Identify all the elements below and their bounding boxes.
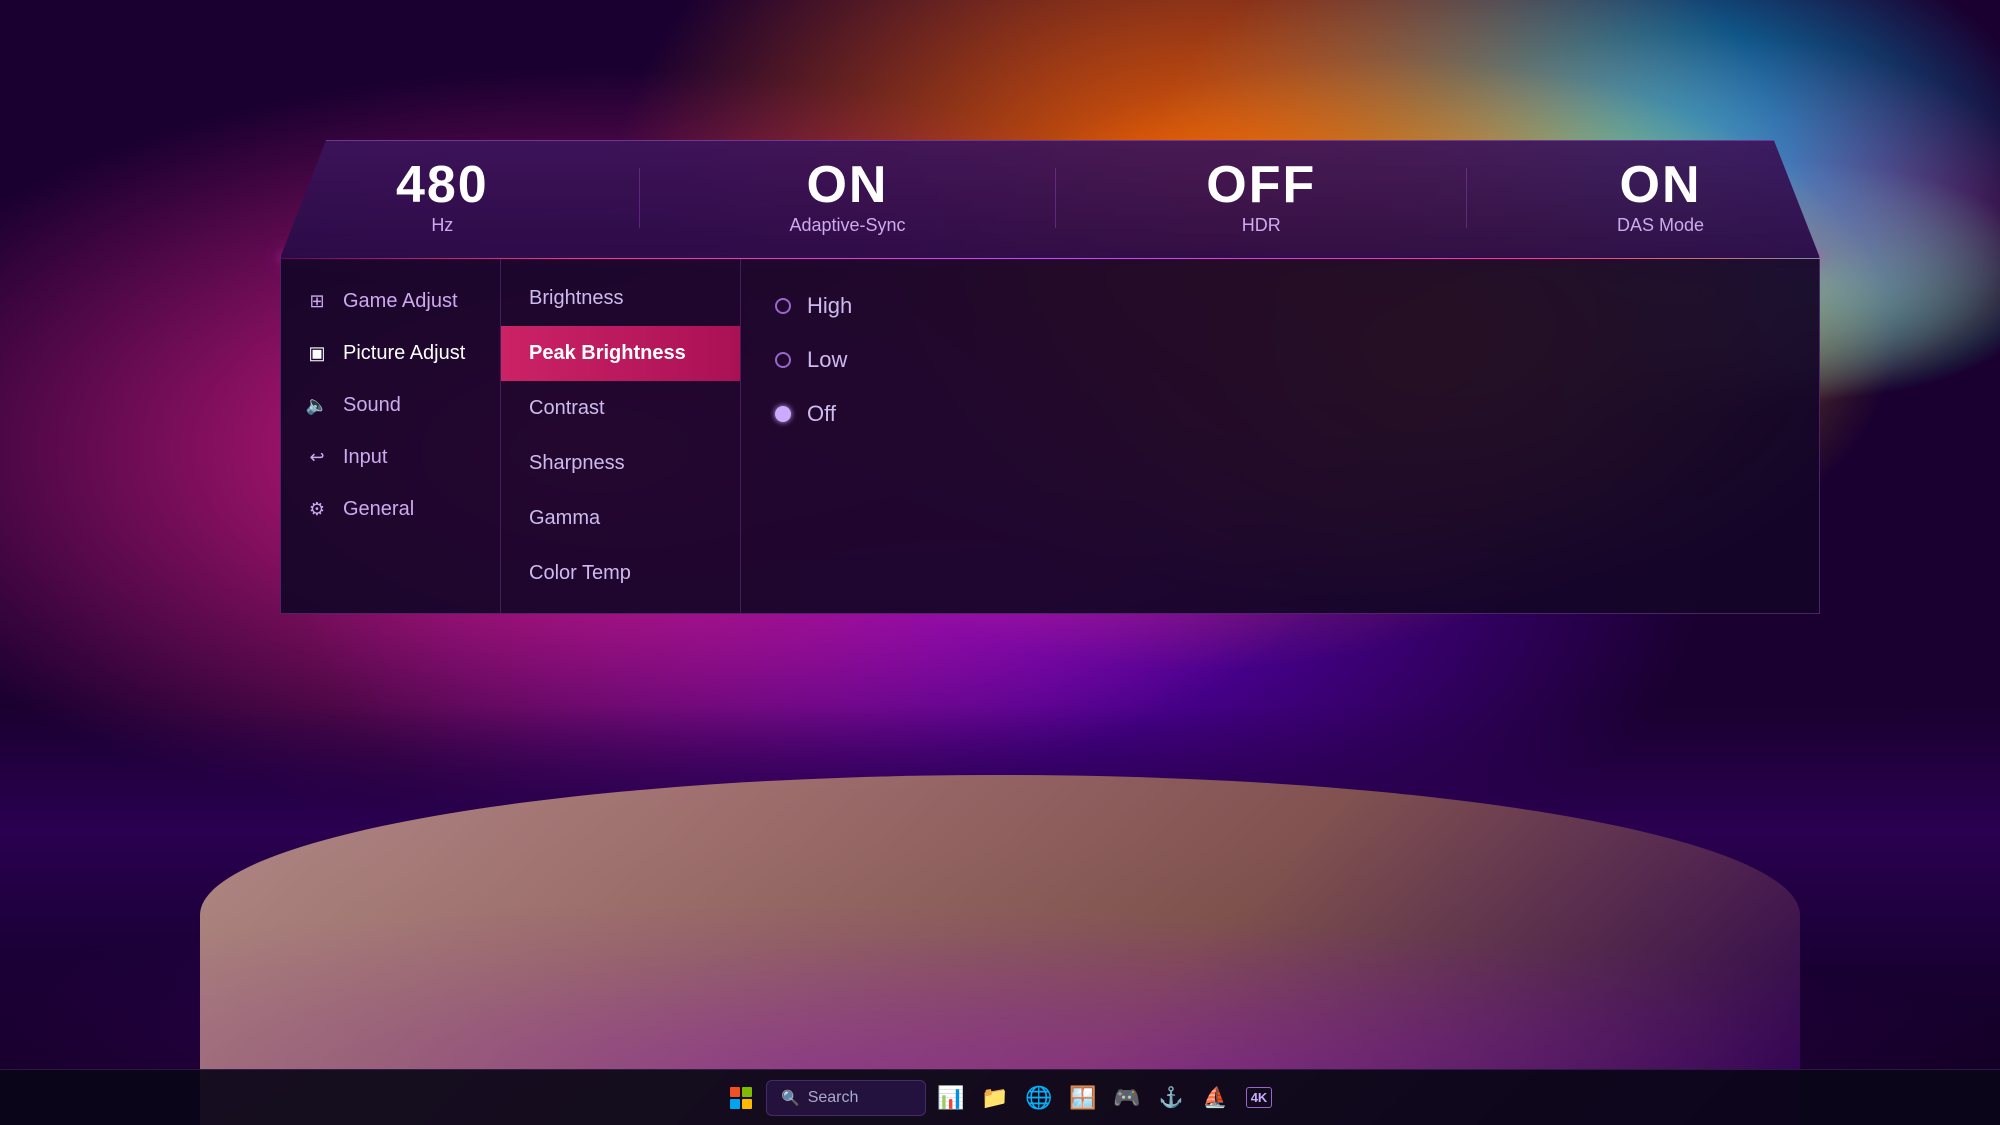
general-icon: ⚙ [305,497,329,521]
windows-start-button[interactable] [722,1079,760,1117]
menu-item-gamma[interactable]: Gamma [501,491,740,546]
taskbar-search[interactable]: 🔍 Search [766,1080,926,1116]
taskbar-app-store[interactable]: 🪟 [1064,1079,1102,1117]
finance-icon: 📊 [937,1085,964,1111]
hz-value: 480 [396,159,489,211]
taskbar: 🔍 Search 📊 📁 🌐 🪟 🎮 ⚓ ⛵ 4K [0,1069,2000,1125]
taskbar-app-file-explorer[interactable]: 📁 [976,1079,1014,1117]
menu-label-brightness: Brightness [529,287,624,309]
picture-adjust-icon: ▣ [305,341,329,365]
hdr-value: OFF [1206,159,1316,211]
osd-nav: ⊞ Game Adjust ▣ Picture Adjust 🔈 Sound ↩… [281,259,501,613]
taskbar-app-4k[interactable]: 4K [1240,1079,1278,1117]
nav-item-picture-adjust[interactable]: ▣ Picture Adjust [281,327,500,379]
osd-main-panel: ⊞ Game Adjust ▣ Picture Adjust 🔈 Sound ↩… [280,259,1820,614]
4k-icon: 4K [1246,1087,1273,1108]
file-explorer-icon: 📁 [981,1085,1008,1111]
search-icon: 🔍 [781,1089,800,1107]
app7-icon: ⛵ [1203,1085,1228,1110]
option-low[interactable]: Low [771,333,1789,387]
radio-off [775,406,791,422]
hz-label: Hz [431,215,453,236]
menu-label-sharpness: Sharpness [529,452,625,474]
adaptive-sync-label: Adaptive-Sync [789,215,905,236]
store-icon: 🪟 [1069,1085,1096,1111]
sound-icon: 🔈 [305,393,329,417]
menu-label-contrast: Contrast [529,397,605,419]
divider-2 [1055,168,1056,228]
taskbar-app-edge[interactable]: 🌐 [1020,1079,1058,1117]
nav-item-game-adjust[interactable]: ⊞ Game Adjust [281,275,500,327]
radio-low [775,352,791,368]
menu-label-gamma: Gamma [529,507,600,529]
osd-menu: Brightness Peak Brightness Contrast Shar… [501,259,741,613]
corsair-icon: ⚓ [1159,1085,1184,1110]
taskbar-app-finance[interactable]: 📊 [932,1079,970,1117]
edge-icon: 🌐 [1025,1085,1052,1111]
das-status: ON DAS Mode [1617,159,1704,236]
menu-item-color-temp[interactable]: Color Temp [501,546,740,601]
menu-item-contrast[interactable]: Contrast [501,381,740,436]
nav-label-game-adjust: Game Adjust [343,290,458,313]
menu-item-peak-brightness[interactable]: Peak Brightness [501,326,740,381]
monitor-osd: 480 Hz ON Adaptive-Sync OFF HDR ON DAS M… [280,140,1820,645]
menu-label-peak-brightness: Peak Brightness [529,342,686,364]
nav-item-sound[interactable]: 🔈 Sound [281,379,500,431]
osd-options: High Low Off [741,259,1819,613]
menu-item-sharpness[interactable]: Sharpness [501,436,740,491]
menu-label-color-temp: Color Temp [529,562,631,584]
hz-status: 480 Hz [396,159,489,236]
nav-label-picture-adjust: Picture Adjust [343,342,465,365]
option-high[interactable]: High [771,279,1789,333]
option-label-high: High [807,293,852,319]
hdr-status: OFF HDR [1206,159,1316,236]
option-label-off: Off [807,401,836,427]
adaptive-sync-value: ON [806,159,888,211]
menu-item-brightness[interactable]: Brightness [501,271,740,326]
radio-high [775,298,791,314]
taskbar-app-app7[interactable]: ⛵ [1196,1079,1234,1117]
das-value: ON [1620,159,1702,211]
nav-label-sound: Sound [343,394,401,417]
search-placeholder: Search [808,1089,859,1107]
taskbar-app-corsair[interactable]: ⚓ [1152,1079,1190,1117]
adaptive-sync-status: ON Adaptive-Sync [789,159,905,236]
taskbar-center: 🔍 Search 📊 📁 🌐 🪟 🎮 ⚓ ⛵ 4K [722,1079,1278,1117]
input-icon: ↩ [305,445,329,469]
divider-3 [1466,168,1467,228]
option-label-low: Low [807,347,847,373]
das-label: DAS Mode [1617,215,1704,236]
nav-label-general: General [343,498,414,521]
osd-statusbar: 480 Hz ON Adaptive-Sync OFF HDR ON DAS M… [280,140,1820,258]
nav-item-general[interactable]: ⚙ General [281,483,500,535]
option-off[interactable]: Off [771,387,1789,441]
divider-1 [639,168,640,228]
game-adjust-icon: ⊞ [305,289,329,313]
windows-logo-icon [730,1087,752,1109]
hdr-label: HDR [1242,215,1281,236]
xbox-icon: 🎮 [1113,1085,1140,1111]
nav-label-input: Input [343,446,387,469]
taskbar-app-xbox[interactable]: 🎮 [1108,1079,1146,1117]
nav-item-input[interactable]: ↩ Input [281,431,500,483]
